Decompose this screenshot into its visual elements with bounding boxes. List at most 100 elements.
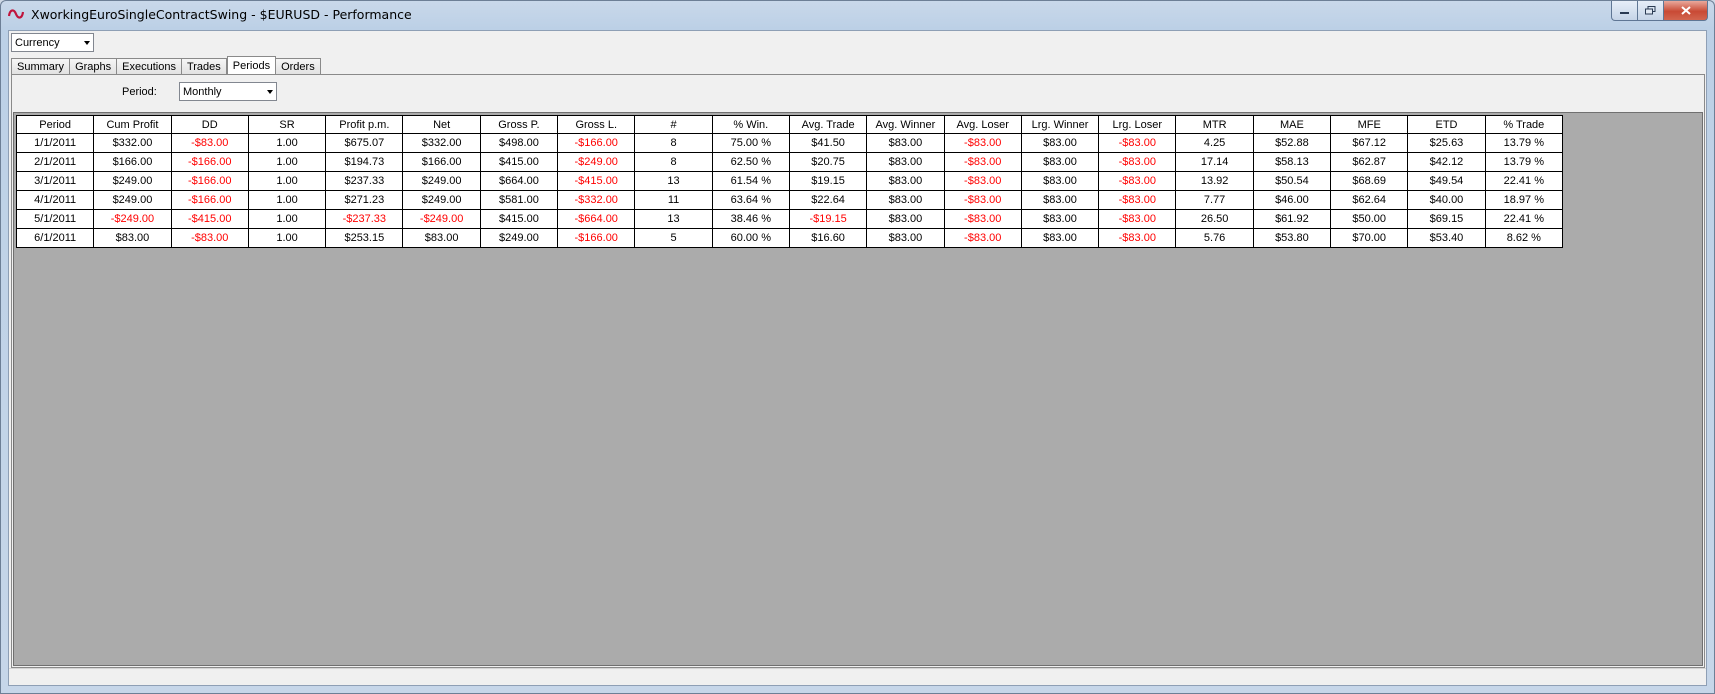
table-cell: $249.00: [402, 190, 481, 210]
table-cell: $83.00: [866, 152, 945, 172]
period-label: Period:: [122, 86, 157, 98]
column-header[interactable]: Profit p.m.: [325, 115, 404, 134]
table-cell: $83.00: [866, 171, 945, 191]
tab-executions[interactable]: Executions: [117, 58, 182, 74]
table-cell: $253.15: [325, 228, 404, 248]
table-cell: $53.40: [1407, 228, 1486, 248]
table-cell: $581.00: [479, 190, 559, 210]
table-cell: $69.15: [1407, 209, 1486, 229]
column-header[interactable]: MTR: [1175, 115, 1254, 134]
table-cell: 13: [634, 171, 713, 191]
table-cell: 4/1/2011: [15, 190, 95, 210]
table-cell: -$83.00: [943, 228, 1022, 248]
table-cell: -$83.00: [943, 209, 1022, 229]
periods-table: Period Cum Profit DD SR Profit p.m. Net Gross …: [15, 115, 1564, 248]
table-row[interactable]: 1/1/2011 $332.00 -$83.00 1.00 $675.07 $332.00…: [15, 133, 1564, 153]
table-cell: -$249.00: [402, 209, 481, 229]
column-header[interactable]: Lrg. Loser: [1098, 115, 1177, 134]
table-row[interactable]: 6/1/2011 $83.00 -$83.00 1.00 $253.15 $83.00 $2…: [15, 228, 1564, 248]
column-header[interactable]: SR: [247, 115, 327, 134]
column-header[interactable]: Lrg. Winner: [1020, 115, 1100, 134]
table-row[interactable]: 4/1/2011 $249.00 -$166.00 1.00 $271.23 $249.0…: [15, 190, 1564, 210]
tab-graphs[interactable]: Graphs: [70, 58, 118, 74]
table-cell: $19.15: [788, 171, 868, 191]
table-cell: $50.54: [1252, 171, 1332, 191]
close-icon: [1680, 6, 1691, 15]
column-header[interactable]: MFE: [1330, 115, 1409, 134]
table-cell: 22.41 %: [1484, 209, 1564, 229]
table-cell: -$83.00: [1098, 228, 1177, 248]
column-header[interactable]: Cum Profit: [93, 115, 172, 134]
title-bar[interactable]: XworkingEuroSingleContractSwing - $EURUS…: [1, 1, 1714, 29]
table-cell: -$83.00: [943, 190, 1022, 210]
tab-periods[interactable]: Periods: [226, 56, 277, 75]
window-controls: [1611, 1, 1708, 21]
column-header[interactable]: Period: [15, 115, 95, 134]
table-cell: 8: [634, 152, 713, 172]
column-header[interactable]: MAE: [1252, 115, 1332, 134]
table-cell: $25.63: [1407, 133, 1486, 153]
table-cell: -$83.00: [1098, 171, 1177, 191]
table-cell: $16.60: [788, 228, 868, 248]
table-cell: $83.00: [402, 228, 481, 248]
periods-grid[interactable]: Period Cum Profit DD SR Profit p.m. Net Gross …: [13, 112, 1703, 666]
column-header[interactable]: ETD: [1407, 115, 1486, 134]
table-cell: $249.00: [402, 171, 481, 191]
column-header[interactable]: Gross L.: [557, 115, 636, 134]
table-cell: 8: [634, 133, 713, 153]
table-cell: 13.79 %: [1484, 152, 1564, 172]
column-header[interactable]: #: [634, 115, 713, 134]
table-cell: $83.00: [866, 209, 945, 229]
table-cell: 13: [634, 209, 713, 229]
dropdown-arrow-icon: [84, 40, 90, 45]
column-header[interactable]: Gross P.: [479, 115, 559, 134]
table-cell: 75.00 %: [711, 133, 790, 153]
table-cell: $41.50: [788, 133, 868, 153]
tab-summary[interactable]: Summary: [11, 58, 71, 74]
table-cell: -$249.00: [93, 209, 172, 229]
table-header-row: Period Cum Profit DD SR Profit p.m. Net Gross …: [15, 115, 1564, 134]
table-cell: $237.33: [325, 171, 404, 191]
table-row[interactable]: 5/1/2011 -$249.00 -$415.00 1.00 -$237.33 -$24…: [15, 209, 1564, 229]
table-cell: 22.41 %: [1484, 171, 1564, 191]
column-header[interactable]: % Win.: [711, 115, 790, 134]
tab-trades[interactable]: Trades: [181, 58, 227, 74]
table-cell: -$415.00: [557, 171, 636, 191]
display-unit-dropdown[interactable]: Currency: [11, 33, 94, 52]
table-cell: -$166.00: [557, 228, 636, 248]
table-cell: 8.62 %: [1484, 228, 1564, 248]
table-cell: 17.14: [1175, 152, 1254, 172]
column-header[interactable]: Net: [402, 115, 481, 134]
table-cell: -$83.00: [170, 133, 249, 153]
table-cell: -$83.00: [1098, 209, 1177, 229]
maximize-button[interactable]: [1638, 1, 1664, 21]
table-cell: $271.23: [325, 190, 404, 210]
table-cell: $332.00: [93, 133, 172, 153]
table-cell: -$83.00: [1098, 152, 1177, 172]
tab-orders[interactable]: Orders: [276, 58, 321, 74]
table-row[interactable]: 2/1/2011 $166.00 -$166.00 1.00 $194.73 $166.0…: [15, 152, 1564, 172]
table-cell: 5: [634, 228, 713, 248]
column-header[interactable]: % Trade: [1484, 115, 1564, 134]
table-cell: $42.12: [1407, 152, 1486, 172]
column-header[interactable]: Avg. Winner: [866, 115, 945, 134]
column-header[interactable]: Avg. Loser: [943, 115, 1022, 134]
table-row[interactable]: 3/1/2011 $249.00 -$166.00 1.00 $237.33 $249.0…: [15, 171, 1564, 191]
table-cell: $83.00: [866, 190, 945, 210]
close-button[interactable]: [1664, 1, 1708, 21]
minimize-button[interactable]: [1611, 1, 1638, 21]
table-cell: $415.00: [479, 209, 559, 229]
table-cell: $166.00: [402, 152, 481, 172]
table-cell: $332.00: [402, 133, 481, 153]
table-cell: $83.00: [93, 228, 172, 248]
table-cell: $249.00: [479, 228, 559, 248]
column-header[interactable]: DD: [170, 115, 249, 134]
period-dropdown[interactable]: Monthly: [179, 82, 277, 101]
table-cell: $249.00: [93, 171, 172, 191]
column-header[interactable]: Avg. Trade: [788, 115, 868, 134]
dropdown-arrow-icon: [267, 89, 273, 94]
table-cell: $83.00: [866, 133, 945, 153]
table-cell: $415.00: [479, 152, 559, 172]
table-cell: $249.00: [93, 190, 172, 210]
table-cell: $52.88: [1252, 133, 1332, 153]
